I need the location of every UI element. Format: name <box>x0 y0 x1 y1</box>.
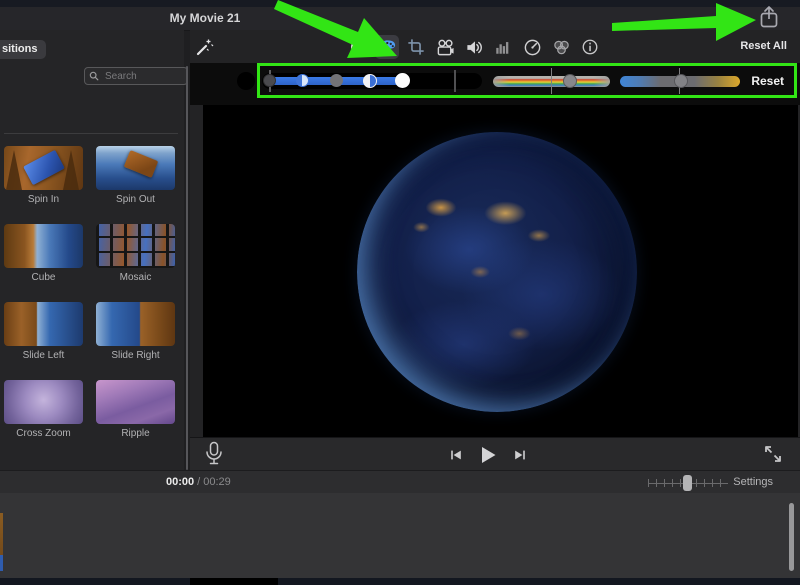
playback-controls <box>448 438 528 471</box>
info-icon[interactable] <box>580 37 600 57</box>
transition-thumbnail[interactable] <box>4 302 83 346</box>
transitions-grid: Spin In Spin Out Cube Mosaic Slide Left … <box>4 146 180 440</box>
settings-button[interactable]: Settings <box>733 476 773 488</box>
slider-tick <box>551 68 552 94</box>
timeline-header: 00:00/00:29 Settings <box>0 470 800 493</box>
fullscreen-icon[interactable] <box>763 444 783 464</box>
transition-label: Ripple <box>96 428 175 440</box>
skip-forward-button[interactable] <box>512 447 528 463</box>
timeline-track-area <box>0 493 800 578</box>
transition-thumbnail[interactable] <box>96 380 175 424</box>
enhance-wand-icon[interactable] <box>194 37 214 57</box>
video-preview <box>203 105 798 437</box>
adjustments-toolbar: Reset All <box>190 30 800 63</box>
transition-thumbnail[interactable] <box>4 146 83 190</box>
transition-label: Cube <box>4 272 83 284</box>
slider-tick <box>454 70 456 92</box>
skip-back-button[interactable] <box>448 447 464 463</box>
transition-thumbnail[interactable] <box>96 224 175 268</box>
list-item[interactable]: Spin In <box>4 146 83 206</box>
tab-transitions[interactable]: sitions <box>0 40 46 59</box>
noise-reduction-icon[interactable] <box>493 37 513 57</box>
reset-button[interactable]: Reset <box>751 74 784 88</box>
levels-slider-endcap <box>237 72 255 90</box>
list-item[interactable]: Ripple <box>96 380 175 440</box>
volume-icon[interactable] <box>464 37 484 57</box>
transitions-browser: sitions Spin In Spin Out Cube Mosaic Sli… <box>0 30 184 470</box>
color-correction-icon[interactable] <box>375 35 399 59</box>
voiceover-mic-icon[interactable] <box>203 441 225 467</box>
earth-night-frame <box>357 132 637 412</box>
transition-label: Cross Zoom <box>4 428 83 440</box>
transition-label: Spin Out <box>96 194 175 206</box>
play-button[interactable] <box>477 444 499 466</box>
viewer-pane: Reset All Reset <box>190 30 800 470</box>
divider <box>4 133 178 134</box>
transition-thumbnail[interactable] <box>4 224 83 268</box>
bottom-notch <box>190 578 278 585</box>
list-item[interactable]: Cross Zoom <box>4 380 83 440</box>
duration-time: 00:29 <box>203 476 231 488</box>
midtones-handle[interactable] <box>330 74 343 87</box>
search-icon <box>89 71 99 81</box>
current-time: 00:00 <box>166 476 194 488</box>
color-board: Reset <box>190 63 800 105</box>
time-display: 00:00/00:29 <box>166 476 231 488</box>
list-item[interactable]: Slide Left <box>4 302 83 362</box>
clip-filter-icon[interactable] <box>551 37 571 57</box>
sidebar-scrollbar[interactable] <box>186 66 188 470</box>
bottom-edge <box>0 578 800 585</box>
timeline-audio-clip-edge[interactable] <box>0 555 3 571</box>
transition-label: Mosaic <box>96 272 175 284</box>
stabilization-camera-icon[interactable] <box>435 37 455 57</box>
timeline-zoom-handle[interactable] <box>683 475 692 491</box>
search-input[interactable] <box>103 70 177 83</box>
saturation-handle[interactable] <box>563 74 577 88</box>
crop-icon[interactable] <box>406 37 426 57</box>
desktop-strip <box>0 0 800 7</box>
list-item[interactable]: Mosaic <box>96 224 175 284</box>
timeline-zoom-slider[interactable] <box>648 479 728 487</box>
speed-icon[interactable] <box>522 37 542 57</box>
list-item[interactable]: Spin Out <box>96 146 175 206</box>
highlights-handle[interactable] <box>363 74 377 88</box>
transition-label: Slide Right <box>96 350 175 362</box>
transition-thumbnail[interactable] <box>96 302 175 346</box>
list-item[interactable]: Slide Right <box>96 302 175 362</box>
time-separator: / <box>194 476 203 488</box>
black-point-handle[interactable] <box>263 74 276 87</box>
search-box[interactable] <box>84 67 188 85</box>
timeline-clip-edge[interactable] <box>0 513 3 555</box>
share-icon[interactable] <box>757 4 781 29</box>
transition-thumbnail[interactable] <box>4 380 83 424</box>
window-title: My Movie 21 <box>170 11 241 25</box>
shadows-handle[interactable] <box>296 74 309 87</box>
timeline-scrollbar[interactable] <box>789 503 794 571</box>
auto-color-balance-icon[interactable] <box>348 37 368 57</box>
reset-all-button[interactable]: Reset All <box>740 40 787 52</box>
temperature-handle[interactable] <box>674 74 688 88</box>
viewer-control-bar <box>190 437 800 471</box>
transition-label: Slide Left <box>4 350 83 362</box>
white-point-handle[interactable] <box>395 73 410 88</box>
transition-label: Spin In <box>4 194 83 206</box>
titlebar: My Movie 21 <box>0 7 800 31</box>
transition-thumbnail[interactable] <box>96 146 175 190</box>
list-item[interactable]: Cube <box>4 224 83 284</box>
